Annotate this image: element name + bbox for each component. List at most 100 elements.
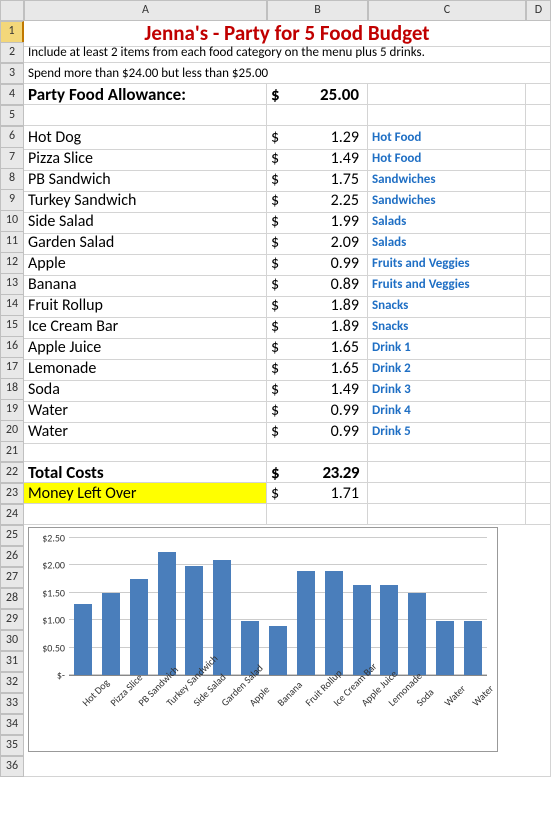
cell-blank-21-3[interactable]: [526, 441, 551, 462]
cell-c5[interactable]: [368, 105, 526, 126]
cell-blank-24-2[interactable]: [368, 504, 526, 525]
cell-d5[interactable]: [526, 105, 551, 126]
cell-blank-24-1[interactable]: [267, 504, 368, 525]
cell-d23[interactable]: [526, 483, 551, 504]
row-header-4[interactable]: 4: [0, 84, 24, 105]
y-tick-label: $1.50: [42, 586, 69, 599]
currency-symbol: $: [271, 273, 279, 296]
price-value: 1.49: [331, 147, 359, 170]
currency-symbol: $: [271, 126, 279, 149]
col-header-d[interactable]: D: [526, 0, 551, 21]
instruction-1[interactable]: Include at least 2 items from each food …: [24, 42, 551, 63]
instruction-2[interactable]: Spend more than $24.00 but less than $25…: [24, 63, 551, 84]
col-header-c[interactable]: C: [368, 0, 526, 21]
chart-bar: [102, 593, 120, 675]
currency-symbol: $: [271, 336, 279, 359]
row-header-21[interactable]: 21: [0, 441, 24, 462]
row-header-35[interactable]: 35: [0, 735, 24, 756]
chart-bar: [158, 552, 176, 675]
currency-symbol: $: [271, 483, 279, 503]
currency-symbol: $: [271, 147, 279, 170]
allowance-value[interactable]: $ 25.00: [267, 84, 368, 105]
row-header-30[interactable]: 30: [0, 630, 24, 651]
price-value: 0.99: [331, 399, 359, 422]
y-tick-label: $2.00: [42, 559, 69, 572]
chart-bar: [130, 579, 148, 675]
row-header-25[interactable]: 25: [0, 525, 24, 546]
price-value: 1.75: [331, 168, 359, 191]
row-header-22[interactable]: 22: [0, 462, 24, 483]
chart-bar: [380, 585, 398, 675]
currency-symbol: $: [271, 252, 279, 275]
row-header-27[interactable]: 27: [0, 567, 24, 588]
row-header-23[interactable]: 23: [0, 483, 24, 504]
cell-a5[interactable]: [24, 105, 267, 126]
row-header-3[interactable]: 3: [0, 63, 24, 84]
currency-symbol: $: [271, 189, 279, 212]
row-header-33[interactable]: 33: [0, 693, 24, 714]
cell-blank-21-0[interactable]: [24, 441, 267, 462]
cell-d22[interactable]: [526, 462, 551, 483]
cell-b5[interactable]: [267, 105, 368, 126]
leftover-value[interactable]: $1.71: [267, 483, 368, 504]
spreadsheet-grid[interactable]: A B C D 1 Jenna's - Party for 5 Food Bud…: [0, 0, 551, 777]
total-value[interactable]: $23.29: [267, 462, 368, 483]
price-value: 1.65: [331, 336, 359, 359]
allowance-label[interactable]: Party Food Allowance:: [24, 84, 267, 105]
cell-blank-21-1[interactable]: [267, 441, 368, 462]
currency-symbol: $: [271, 210, 279, 233]
embedded-chart[interactable]: $-$0.50$1.00$1.50$2.00$2.50Hot DogPizza …: [24, 525, 551, 777]
row-header-29[interactable]: 29: [0, 609, 24, 630]
currency-symbol: $: [271, 84, 280, 104]
col-header-b[interactable]: B: [267, 0, 368, 21]
cell-d4[interactable]: [526, 84, 551, 105]
row-header-28[interactable]: 28: [0, 588, 24, 609]
y-tick-label: $-: [57, 669, 69, 682]
chart-bar: [436, 621, 454, 675]
chart-bar: [185, 566, 203, 675]
col-header-a[interactable]: A: [24, 0, 267, 21]
cell-c23[interactable]: [368, 483, 526, 504]
cell-blank-21-2[interactable]: [368, 441, 526, 462]
chart-bar: [408, 593, 426, 675]
chart-bar: [464, 621, 482, 675]
price-value: 1.89: [331, 315, 359, 338]
cell-c4[interactable]: [368, 84, 526, 105]
price-value: 1.65: [331, 357, 359, 380]
currency-symbol: $: [271, 399, 279, 422]
cell-c22[interactable]: [368, 462, 526, 483]
currency-symbol: $: [271, 420, 279, 443]
leftover-amount: 1.71: [331, 483, 359, 503]
currency-symbol: $: [271, 462, 279, 482]
row-header-36[interactable]: 36: [0, 756, 24, 777]
row-header-31[interactable]: 31: [0, 651, 24, 672]
currency-symbol: $: [271, 294, 279, 317]
price-value: 1.29: [331, 126, 359, 149]
y-tick-label: $2.50: [42, 532, 69, 545]
row-header-26[interactable]: 26: [0, 546, 24, 567]
chart-bar: [269, 626, 287, 675]
chart-bar: [74, 604, 92, 675]
row-header-5[interactable]: 5: [0, 105, 24, 126]
currency-symbol: $: [271, 357, 279, 380]
row-header-32[interactable]: 32: [0, 672, 24, 693]
allowance-amount: 25.00: [320, 84, 359, 104]
currency-symbol: $: [271, 315, 279, 338]
cell-blank-24-0[interactable]: [24, 504, 267, 525]
row-header-2[interactable]: 2: [0, 42, 24, 63]
total-amount: 23.29: [322, 462, 359, 482]
cell-blank-24-3[interactable]: [526, 504, 551, 525]
price-value: 0.99: [331, 420, 359, 443]
price-value: 2.09: [331, 231, 359, 254]
total-label[interactable]: Total Costs: [24, 462, 267, 483]
select-all-corner[interactable]: [0, 0, 24, 21]
leftover-label[interactable]: Money Left Over: [24, 483, 267, 504]
currency-symbol: $: [271, 378, 279, 401]
chart-bar: [297, 571, 315, 675]
row-header-24[interactable]: 24: [0, 504, 24, 525]
row-header-34[interactable]: 34: [0, 714, 24, 735]
price-value: 0.99: [331, 252, 359, 275]
price-value: 2.25: [331, 189, 359, 212]
price-value: 1.89: [331, 294, 359, 317]
price-value: 1.99: [331, 210, 359, 233]
